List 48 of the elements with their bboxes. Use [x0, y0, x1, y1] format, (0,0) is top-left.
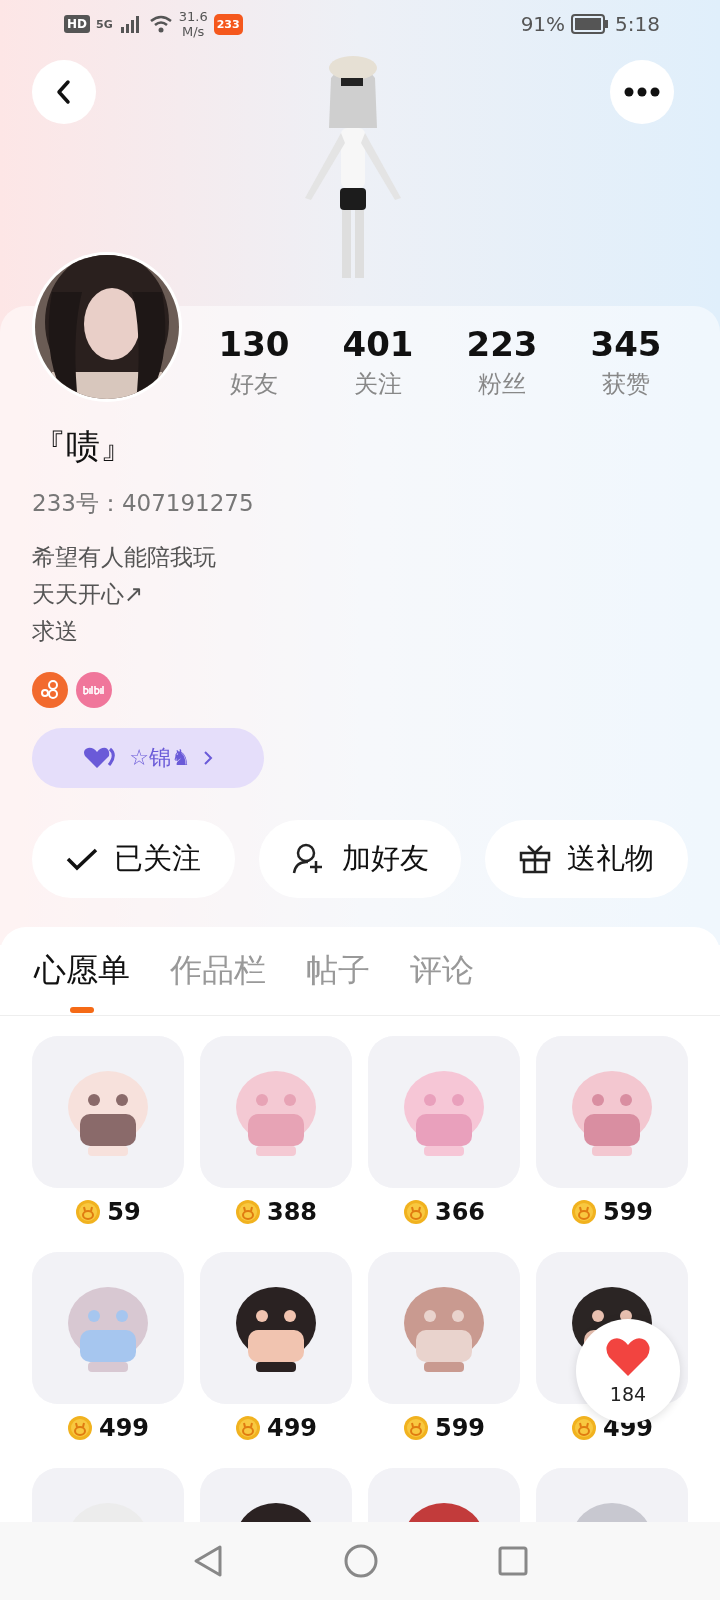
coin-icon	[66, 1415, 93, 1441]
coin-icon	[570, 1199, 597, 1225]
home-nav-icon[interactable]	[344, 1544, 378, 1578]
coin-icon	[234, 1415, 261, 1441]
chevron-right-icon	[202, 750, 213, 766]
check-icon	[65, 847, 98, 871]
network-speed: 31.6 M/s	[178, 9, 208, 39]
bio-line: 希望有人能陪我玩	[32, 543, 217, 572]
item-price: 366	[434, 1198, 486, 1226]
tab[interactable]: 心愿单	[34, 927, 130, 1015]
item-price: 499	[266, 1414, 318, 1442]
coin-icon	[75, 1199, 102, 1225]
battery-percent: 91%	[520, 12, 566, 36]
stat-value[interactable]: 401	[342, 324, 414, 364]
more-icon	[624, 87, 660, 97]
coin-icon	[234, 1199, 261, 1225]
gift-button[interactable]: 送礼物	[485, 820, 688, 898]
app-badge-icon: 233	[213, 13, 243, 35]
bio-line: 求送	[32, 617, 79, 646]
stat-value[interactable]: 130	[218, 324, 290, 364]
group-badge-icon	[32, 672, 68, 708]
stat-value[interactable]: 345	[590, 324, 662, 364]
item-price: 499	[98, 1414, 150, 1442]
coin-icon	[570, 1415, 597, 1441]
clock: 5:18	[615, 12, 660, 36]
coin-icon	[402, 1199, 429, 1225]
back-nav-icon[interactable]	[192, 1544, 224, 1578]
add-friend-button[interactable]: 加好友	[258, 820, 462, 898]
item-price: 599	[602, 1198, 654, 1226]
recents-nav-icon[interactable]	[498, 1546, 528, 1576]
coin-icon	[402, 1415, 429, 1441]
battery-icon	[571, 14, 610, 34]
heart-icon	[83, 747, 118, 769]
gift-icon	[519, 844, 552, 874]
item-price: 599	[434, 1414, 486, 1442]
network-label: 5G	[96, 17, 113, 31]
wifi-icon	[148, 15, 173, 33]
item-price: 388	[266, 1198, 318, 1226]
item-price: 59	[107, 1198, 141, 1226]
relation-tag[interactable]: ☆锦♞	[32, 728, 264, 788]
bio-line: 天天开心↗	[32, 580, 145, 609]
followed-button[interactable]: 已关注	[32, 820, 235, 898]
user-name: 『啧』	[32, 425, 135, 468]
heart-icon	[605, 1337, 651, 1377]
user-id: 233号：407191275	[32, 489, 255, 518]
stat-value[interactable]: 223	[466, 324, 538, 364]
video-site-badge-icon	[76, 672, 112, 708]
hd-icon: HD	[64, 15, 90, 33]
